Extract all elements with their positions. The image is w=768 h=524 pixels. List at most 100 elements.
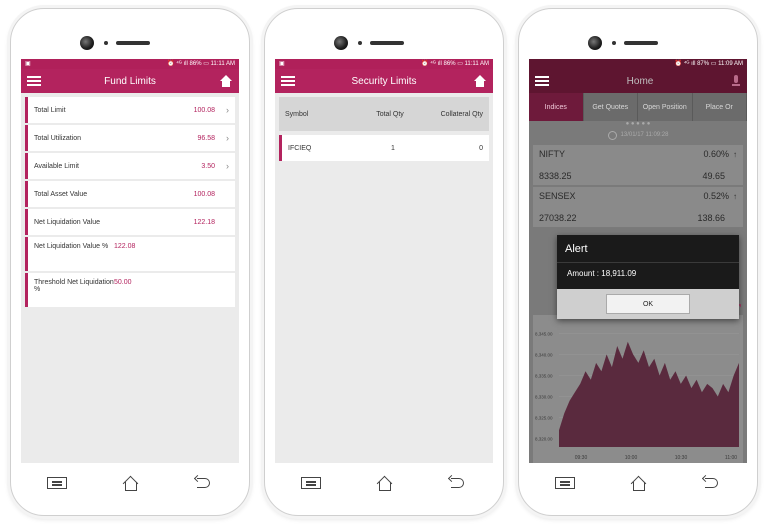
status-right: ⏰ ⁴ᴳ ıll 86% ▭ 11:11 AM <box>167 61 235 67</box>
index-change: 49.65 <box>702 171 725 181</box>
page-title: Fund Limits <box>104 75 156 87</box>
index-name: SENSEX <box>539 191 576 201</box>
home-nav-icon[interactable] <box>118 474 142 492</box>
screen: ⏰ ⁴ᴳ ıll 87% ▭ 11:09 AM Home Indices Get… <box>529 59 747 463</box>
menu-nav-icon[interactable] <box>45 474 69 492</box>
camera <box>334 35 434 51</box>
chevron-right-icon[interactable]: › <box>219 161 229 171</box>
fund-limit-value: 100.08 <box>193 190 215 198</box>
hamburger-menu-icon[interactable] <box>281 76 295 86</box>
timestamp-row: 13/01/17 11:09:28 <box>529 127 747 143</box>
menu-nav-icon[interactable] <box>299 474 323 492</box>
fund-limit-value: 96.58 <box>197 134 215 142</box>
app-bar: Home <box>529 69 747 93</box>
chevron-right-icon[interactable]: › <box>219 105 229 115</box>
page-title: Home <box>626 75 654 87</box>
tab-open-position[interactable]: Open Position <box>638 93 693 121</box>
chart-svg: 8,345.00 8,340.00 8,335.00 8,330.00 8,325.00… <box>535 331 739 461</box>
fund-limit-row: Threshold Net Liquidation %50.00› <box>25 273 235 307</box>
hamburger-menu-icon[interactable] <box>535 76 549 86</box>
index-percent: 0.52% <box>703 191 729 201</box>
header-total-qty: Total Qty <box>376 110 404 118</box>
alert-title: Alert <box>557 235 739 263</box>
fund-limit-row[interactable]: Available Limit 3.50 › <box>25 153 235 179</box>
phone-security-limits: ▣ ⏰ ⁴ᴳ ıll 86% ▭ 11:11 AM Security Limit… <box>264 8 504 516</box>
arrow-up-icon: ↑ <box>733 192 737 201</box>
camera <box>80 35 180 51</box>
chevron-right-icon[interactable]: › <box>219 133 229 143</box>
y-tick-label: 8,330.00 <box>535 395 553 400</box>
table-header: Symbol Total Qty Collateral Qty <box>279 97 489 131</box>
stage: ▣ ⏰ ⁴ᴳ ıll 86% ▭ 11:11 AM Fund Limits To… <box>0 0 768 524</box>
hamburger-menu-icon[interactable] <box>27 76 41 86</box>
fund-limit-value: 122.18 <box>193 218 215 226</box>
status-left: ▣ <box>25 61 31 67</box>
screen: ▣ ⏰ ⁴ᴳ ıll 86% ▭ 11:11 AM Security Limit… <box>275 59 493 463</box>
index-percent: 0.60% <box>703 149 729 159</box>
y-tick-label: 8,325.00 <box>535 416 553 421</box>
status-bar: ▣ ⏰ ⁴ᴳ ıll 86% ▭ 11:11 AM <box>275 59 493 69</box>
fund-limit-label: Net Liquidation Value % <box>34 243 109 250</box>
home-icon[interactable] <box>473 75 487 87</box>
back-nav-icon[interactable] <box>191 474 215 492</box>
fund-limit-row[interactable]: Total Utilization 96.58 › <box>25 125 235 151</box>
ok-button[interactable]: OK <box>606 294 690 314</box>
index-value: 27038.22 <box>539 213 577 223</box>
cell-total-qty: 1 <box>391 144 395 152</box>
fund-limit-label: Total Asset Value <box>34 190 88 198</box>
table-row[interactable]: IFCIEQ 1 0 <box>279 135 489 161</box>
arrow-up-icon: ↑ <box>733 150 737 159</box>
alert-dialog: Alert Amount : 18,911.09 OK <box>557 235 739 319</box>
fund-limit-label: Available Limit <box>34 162 80 170</box>
app-bar: Fund Limits <box>21 69 239 93</box>
fund-limit-row: Net Liquidation Value %122.08› <box>25 237 235 271</box>
cell-collateral-qty: 0 <box>479 144 483 152</box>
clock-icon <box>607 130 617 140</box>
index-card-nifty[interactable]: NIFTY 0.60% ↑ 8338.25 49.65 <box>533 145 743 185</box>
nav-bar <box>21 461 239 505</box>
fund-limit-row: Net Liquidation Value122.18› <box>25 209 235 235</box>
alert-actions: OK <box>557 289 739 319</box>
back-nav-icon[interactable] <box>699 474 723 492</box>
nav-bar <box>529 461 747 505</box>
microphone-icon[interactable] <box>731 75 741 87</box>
status-bar: ▣ ⏰ ⁴ᴳ ıll 86% ▭ 11:11 AM <box>21 59 239 69</box>
y-tick-label: 8,320.00 <box>535 437 553 442</box>
home-nav-icon[interactable] <box>372 474 396 492</box>
index-change: 138.66 <box>697 213 725 223</box>
fund-limit-label: Total Utilization <box>34 134 82 142</box>
home-icon[interactable] <box>219 75 233 87</box>
screen: ▣ ⏰ ⁴ᴳ ıll 86% ▭ 11:11 AM Fund Limits To… <box>21 59 239 463</box>
fund-limit-label: Net Liquidation Value <box>34 218 101 226</box>
index-name: NIFTY <box>539 149 565 159</box>
menu-nav-icon[interactable] <box>553 474 577 492</box>
status-right: ⏰ ⁴ᴳ ıll 87% ▭ 11:09 AM <box>674 61 743 67</box>
tab-get-quotes[interactable]: Get Quotes <box>584 93 638 121</box>
tab-indices[interactable]: Indices <box>529 93 584 121</box>
home-nav-icon[interactable] <box>626 474 650 492</box>
fund-limits-list: Total Limit 100.08 › Total Utilization 96.58… <box>21 93 239 307</box>
fund-limit-value: 50.00 <box>114 279 132 286</box>
cell-symbol: IFCIEQ <box>288 144 312 152</box>
fund-limit-label: Threshold Net Liquidation % <box>34 279 114 293</box>
back-nav-icon[interactable] <box>445 474 469 492</box>
fund-limit-label: Total Limit <box>34 106 66 114</box>
nav-bar <box>275 461 493 505</box>
header-collateral-qty: Collateral Qty <box>440 110 483 118</box>
fund-limit-value: 3.50 <box>201 162 215 170</box>
index-value: 8338.25 <box>539 171 572 181</box>
timestamp: 13/01/17 11:09:28 <box>620 132 669 138</box>
fund-limit-value: 100.08 <box>193 106 215 114</box>
price-area <box>559 341 739 447</box>
status-left: ▣ <box>279 61 285 67</box>
fund-limit-row[interactable]: Total Limit 100.08 › <box>25 97 235 123</box>
index-card-sensex[interactable]: SENSEX 0.52% ↑ 27038.22 138.66 <box>533 187 743 227</box>
header-symbol: Symbol <box>285 110 309 118</box>
status-right: ⏰ ⁴ᴳ ıll 86% ▭ 11:11 AM <box>421 61 489 67</box>
y-tick-label: 8,335.00 <box>535 373 553 378</box>
phone-home: ⏰ ⁴ᴳ ıll 87% ▭ 11:09 AM Home Indices Get… <box>518 8 758 516</box>
phone-fund-limits: ▣ ⏰ ⁴ᴳ ıll 86% ▭ 11:11 AM Fund Limits To… <box>10 8 250 516</box>
page-title: Security Limits <box>351 75 417 87</box>
camera <box>588 35 688 51</box>
tab-place-order[interactable]: Place Or <box>693 93 747 121</box>
